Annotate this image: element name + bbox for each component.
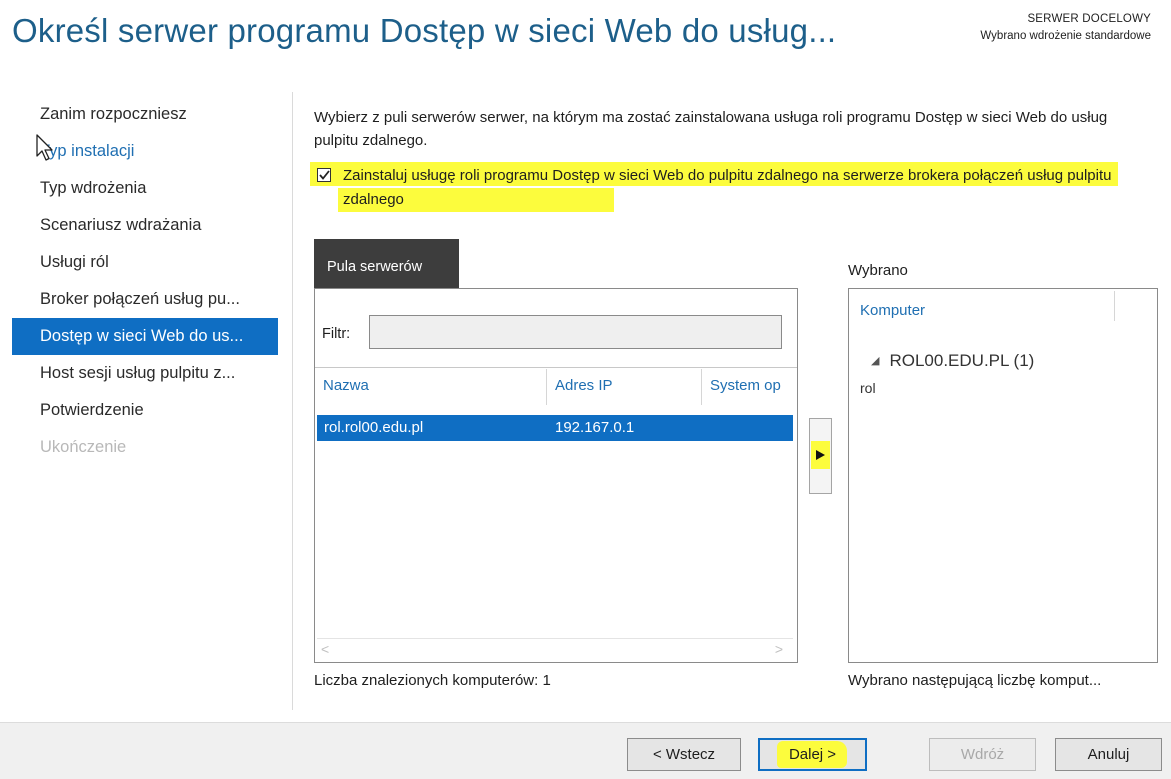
- tab-server-pool-label: Pula serwerów: [327, 259, 423, 275]
- column-header-ip[interactable]: Adres IP: [555, 377, 613, 394]
- target-server-label: SERWER DOCELOWY: [1027, 13, 1151, 25]
- page-title: Określ serwer programu Dostęp w sieci We…: [12, 12, 837, 49]
- selected-group[interactable]: ◢ ROL00.EDU.PL (1): [871, 351, 1034, 371]
- deploy-button: Wdróż: [929, 738, 1036, 771]
- install-on-broker-checkbox[interactable]: [317, 168, 331, 182]
- cancel-button[interactable]: Anuluj: [1055, 738, 1162, 771]
- nav-item-session-host[interactable]: Host sesji usług pulpitu z...: [12, 355, 278, 392]
- selected-group-label: ROL00.EDU.PL (1): [889, 351, 1035, 370]
- mouse-pointer-icon: [36, 134, 53, 161]
- selected-count: Wybrano następującą liczbę komput...: [848, 672, 1102, 689]
- back-button[interactable]: < Wstecz: [627, 738, 741, 771]
- scroll-left-icon[interactable]: <: [321, 641, 329, 657]
- add-to-selected-button[interactable]: [809, 418, 832, 494]
- horizontal-scrollbar[interactable]: < >: [317, 638, 793, 661]
- back-button-label: < Wstecz: [652, 746, 716, 763]
- arrow-right-icon: [816, 450, 825, 460]
- nav-item-deployment-type[interactable]: Typ wdrożenia: [12, 170, 278, 207]
- next-button[interactable]: Dalej >: [758, 738, 867, 771]
- selected-label: Wybrano: [848, 262, 908, 279]
- nav-divider: [292, 92, 293, 710]
- checkmark-icon: [318, 170, 330, 180]
- table-row[interactable]: rol.rol00.edu.pl 192.167.0.1: [317, 415, 793, 441]
- grid-separator: [315, 367, 797, 368]
- install-on-broker-label[interactable]: Zainstaluj usługę roli programu Dostęp w…: [343, 164, 1133, 212]
- server-pool-panel: Filtr: Nazwa Adres IP System op rol.rol0…: [314, 288, 798, 663]
- tab-server-pool[interactable]: Pula serwerów: [314, 239, 459, 288]
- cancel-button-label: Anuluj: [1087, 746, 1130, 763]
- column-header-os[interactable]: System op: [710, 377, 790, 394]
- nav-item-web-access[interactable]: Dostęp w sieci Web do us...: [12, 318, 278, 355]
- cell-ip: 192.167.0.1: [555, 419, 635, 436]
- nav-item-deployment-scenario[interactable]: Scenariusz wdrażania: [12, 207, 278, 244]
- next-button-label: Dalej >: [788, 746, 837, 763]
- found-count: Liczba znalezionych komputerów: 1: [314, 672, 551, 689]
- collapse-triangle-icon[interactable]: ◢: [871, 355, 879, 367]
- column-divider[interactable]: [1114, 291, 1115, 321]
- target-server-info: SERWER DOCELOWY Wybrano wdrożenie standa…: [980, 11, 1151, 45]
- target-server-value: Wybrano wdrożenie standardowe: [980, 30, 1151, 42]
- nav-item-confirmation[interactable]: Potwierdzenie: [12, 392, 278, 429]
- column-divider[interactable]: [546, 369, 547, 405]
- nav-item-completion: Ukończenie: [40, 438, 127, 456]
- deploy-button-label: Wdróż: [960, 746, 1005, 763]
- nav-item-connection-broker[interactable]: Broker połączeń usług pu...: [12, 281, 278, 318]
- cell-name: rol.rol00.edu.pl: [324, 419, 424, 436]
- column-divider[interactable]: [701, 369, 702, 405]
- filter-label: Filtr:: [322, 326, 351, 342]
- column-header-computer[interactable]: Komputer: [860, 302, 925, 319]
- filter-input[interactable]: [369, 315, 782, 349]
- selected-item[interactable]: rol: [860, 380, 876, 396]
- footer-bar: < Wstecz Dalej > Wdróż Anuluj: [0, 722, 1171, 779]
- nav-item-role-services[interactable]: Usługi ról: [12, 244, 278, 281]
- description-text: Wybierz z puli serwerów serwer, na który…: [314, 109, 1108, 149]
- column-header-name[interactable]: Nazwa: [323, 377, 369, 394]
- scroll-right-icon[interactable]: >: [775, 641, 783, 657]
- selected-panel: Komputer ◢ ROL00.EDU.PL (1) rol: [848, 288, 1158, 663]
- nav-item-before-you-begin[interactable]: Zanim rozpoczniesz: [12, 96, 278, 133]
